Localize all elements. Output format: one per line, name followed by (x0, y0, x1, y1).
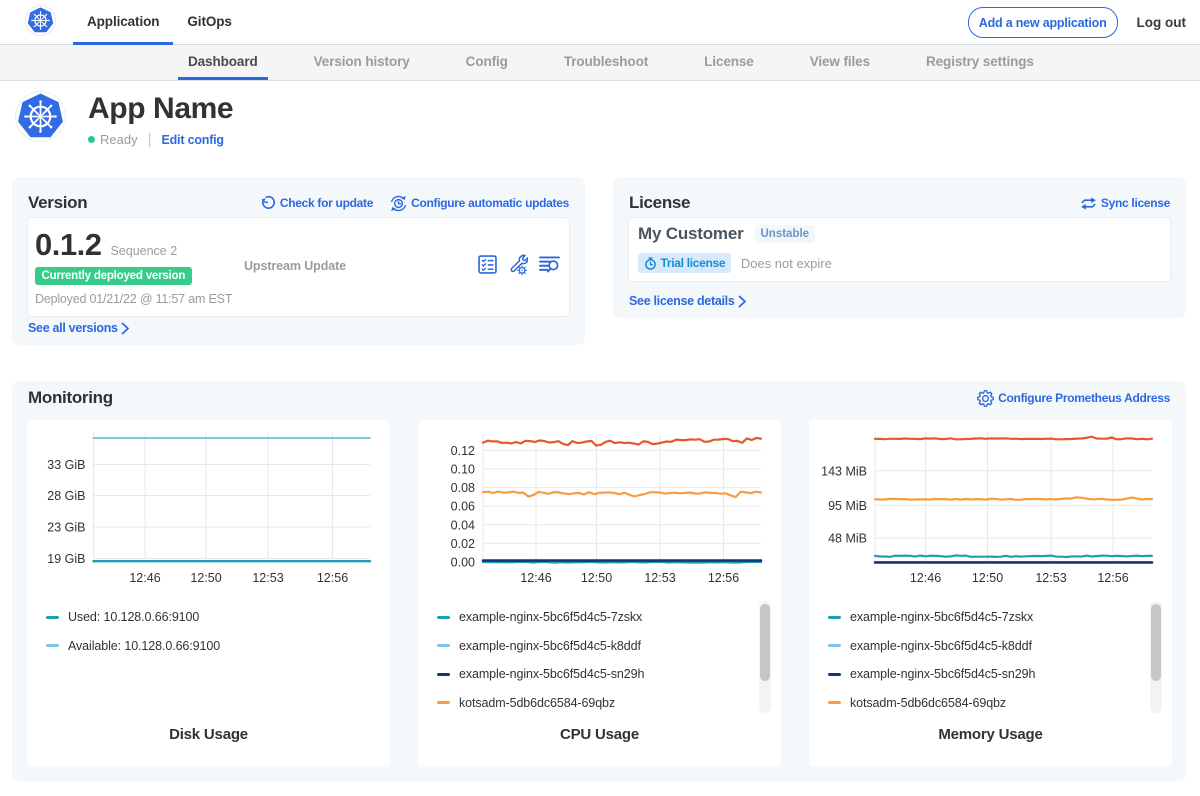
svg-text:28 GiB: 28 GiB (47, 489, 85, 503)
svg-text:0.10: 0.10 (451, 463, 475, 477)
svg-text:12:50: 12:50 (972, 571, 1003, 585)
svg-text:12:46: 12:46 (520, 571, 551, 585)
svg-text:12:53: 12:53 (644, 571, 675, 585)
svg-text:12:53: 12:53 (1035, 571, 1066, 585)
svg-text:0.12: 0.12 (451, 444, 475, 458)
svg-text:12:46: 12:46 (910, 571, 941, 585)
svg-text:12:56: 12:56 (708, 571, 739, 585)
svg-text:12:53: 12:53 (252, 571, 283, 585)
svg-text:12:46: 12:46 (129, 571, 160, 585)
svg-text:12:56: 12:56 (317, 571, 348, 585)
svg-text:0.08: 0.08 (451, 481, 475, 495)
svg-text:12:50: 12:50 (190, 571, 221, 585)
svg-text:0.04: 0.04 (451, 518, 475, 532)
svg-text:12:56: 12:56 (1097, 571, 1128, 585)
svg-text:12:50: 12:50 (581, 571, 612, 585)
svg-text:0.02: 0.02 (451, 537, 475, 551)
svg-text:143 MiB: 143 MiB (821, 464, 867, 478)
svg-text:23 GiB: 23 GiB (47, 521, 85, 535)
svg-text:33 GiB: 33 GiB (47, 458, 85, 472)
svg-text:48 MiB: 48 MiB (828, 532, 867, 546)
svg-text:0.06: 0.06 (451, 500, 475, 514)
svg-text:19 GiB: 19 GiB (47, 552, 85, 566)
svg-text:95 MiB: 95 MiB (828, 499, 867, 513)
svg-text:0.00: 0.00 (451, 556, 475, 570)
